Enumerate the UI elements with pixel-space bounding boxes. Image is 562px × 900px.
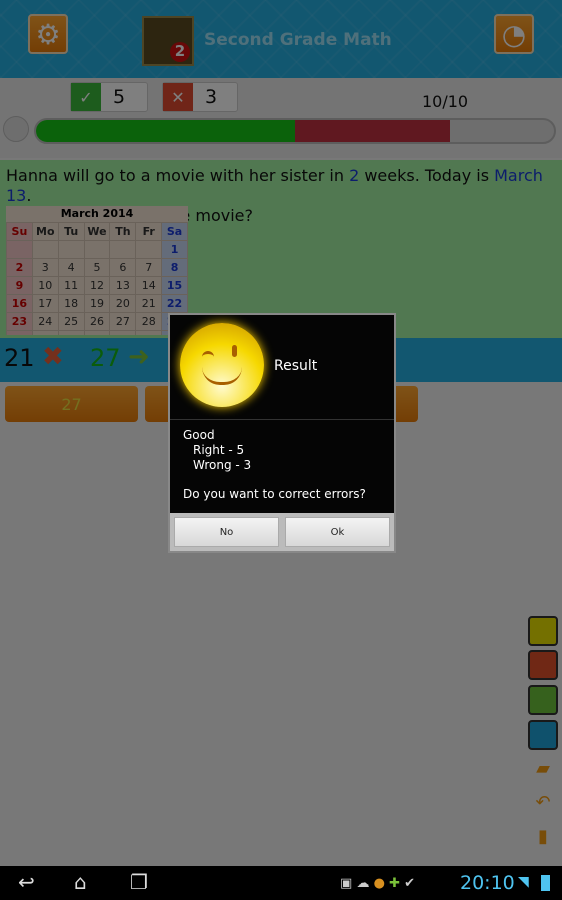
back-icon[interactable]: ↩ xyxy=(18,870,35,894)
result-right: Right - 5 xyxy=(193,443,245,457)
battery-icon xyxy=(541,875,550,891)
no-button[interactable]: No xyxy=(174,517,279,547)
plus-icon: ✚ xyxy=(389,876,400,891)
check-shield-icon: ✔ xyxy=(404,876,416,891)
wink-smiley-icon xyxy=(180,323,264,407)
notification-icons: ▣ ☁ ● ✚ ✔ xyxy=(340,876,415,891)
recent-apps-icon[interactable]: ❐ xyxy=(130,870,148,894)
dialog-message: Good Right - 5 Wrong - 3 Do you want to … xyxy=(183,428,366,502)
ok-button[interactable]: Ok xyxy=(285,517,390,547)
result-grade: Good xyxy=(183,428,215,442)
home-icon[interactable]: ⌂ xyxy=(74,870,87,894)
dialog-title: Result xyxy=(274,358,318,374)
wifi-icon: ◥ xyxy=(518,874,529,890)
dialog-question: Do you want to correct errors? xyxy=(183,487,366,501)
result-wrong: Wrong - 3 xyxy=(193,458,252,472)
clock: 20:10 xyxy=(460,872,515,894)
result-dialog: Result Good Right - 5 Wrong - 3 Do you w… xyxy=(168,313,396,553)
lion-app-icon: ● xyxy=(373,876,385,891)
gallery-icon: ▣ xyxy=(340,876,353,891)
cloud-alert-icon: ☁ xyxy=(356,876,370,891)
